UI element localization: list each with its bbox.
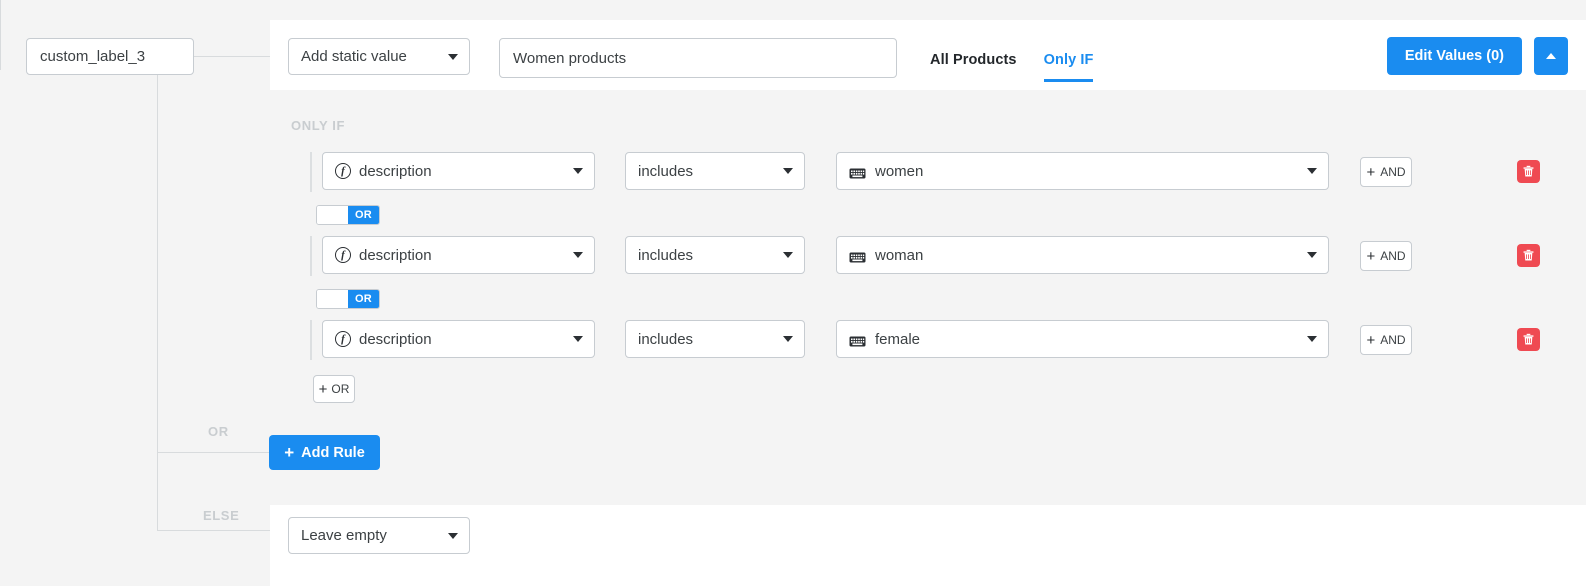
custom-label-value: custom_label_3 bbox=[40, 48, 145, 65]
branch-label-else: ELSE bbox=[203, 508, 239, 523]
trash-icon bbox=[1523, 249, 1534, 262]
plus-icon: + bbox=[319, 382, 328, 397]
field-select[interactable]: f description bbox=[322, 320, 595, 358]
only-if-section-label: ONLY IF bbox=[291, 118, 345, 133]
chevron-down-icon bbox=[573, 168, 583, 174]
value-select[interactable]: women bbox=[836, 152, 1329, 190]
delete-rule-button[interactable] bbox=[1517, 328, 1540, 351]
and-label: AND bbox=[1380, 165, 1405, 179]
plus-icon: + bbox=[1366, 165, 1375, 180]
function-icon: f bbox=[335, 331, 351, 347]
or-toggle-on-half: OR bbox=[348, 290, 379, 308]
add-and-button[interactable]: + AND bbox=[1360, 325, 1412, 355]
chevron-down-icon bbox=[1307, 168, 1317, 174]
operator-select[interactable]: includes bbox=[625, 236, 805, 274]
chevron-down-icon bbox=[573, 336, 583, 342]
custom-label-field[interactable]: custom_label_3 bbox=[26, 38, 194, 75]
chevron-up-icon bbox=[1546, 53, 1556, 59]
plus-icon: + bbox=[1366, 333, 1375, 348]
and-label: AND bbox=[1380, 333, 1405, 347]
trash-icon bbox=[1523, 165, 1534, 178]
keyboard-icon bbox=[849, 250, 866, 261]
keyboard-icon bbox=[849, 166, 866, 177]
operator-label: includes bbox=[638, 247, 693, 264]
value-mode-select[interactable]: Add static value bbox=[288, 38, 470, 75]
delete-rule-button[interactable] bbox=[1517, 244, 1540, 267]
delete-rule-button[interactable] bbox=[1517, 160, 1540, 183]
or-toggle-off-half bbox=[317, 290, 348, 308]
connector-line-vertical bbox=[157, 75, 158, 530]
tab-only-if[interactable]: Only IF bbox=[1044, 52, 1094, 82]
edit-values-button[interactable]: Edit Values (0) bbox=[1387, 37, 1522, 75]
rule-scope-tabs: All Products Only IF bbox=[930, 52, 1093, 82]
trash-icon bbox=[1523, 333, 1534, 346]
or-toggle-off-half bbox=[317, 206, 348, 224]
row-marker bbox=[310, 236, 312, 276]
connector-line-or bbox=[157, 452, 269, 453]
rule-row: f description includes bbox=[0, 320, 1586, 360]
keyboard-icon bbox=[849, 334, 866, 345]
add-and-button[interactable]: + AND bbox=[1360, 157, 1412, 187]
value-label: women bbox=[875, 163, 923, 180]
operator-label: includes bbox=[638, 163, 693, 180]
add-rule-button[interactable]: + Add Rule bbox=[269, 435, 380, 470]
or-toggle[interactable]: OR bbox=[316, 289, 380, 309]
collapse-button[interactable] bbox=[1534, 37, 1568, 75]
function-icon: f bbox=[335, 247, 351, 263]
function-icon: f bbox=[335, 163, 351, 179]
field-select[interactable]: f description bbox=[322, 236, 595, 274]
or-toggle[interactable]: OR bbox=[316, 205, 380, 225]
card-left-rail bbox=[0, 0, 1, 70]
else-card: Leave empty bbox=[270, 505, 1586, 586]
field-label: description bbox=[359, 331, 432, 348]
value-select[interactable]: female bbox=[836, 320, 1329, 358]
value-label: female bbox=[875, 331, 920, 348]
operator-select[interactable]: includes bbox=[625, 320, 805, 358]
add-rule-label: Add Rule bbox=[301, 445, 365, 461]
row-marker bbox=[310, 320, 312, 360]
chevron-down-icon bbox=[573, 252, 583, 258]
else-action-select[interactable]: Leave empty bbox=[288, 517, 470, 554]
chevron-down-icon bbox=[783, 168, 793, 174]
or-toggle-on-half: OR bbox=[348, 206, 379, 224]
chevron-down-icon bbox=[783, 252, 793, 258]
rule-row: f description includes bbox=[0, 236, 1586, 276]
chevron-down-icon bbox=[1307, 336, 1317, 342]
rule-header-card: Add static value All Products Only IF Ed… bbox=[270, 20, 1586, 90]
rule-row: f description includes bbox=[0, 152, 1586, 192]
add-or-condition-button[interactable]: + OR bbox=[313, 375, 355, 403]
operator-label: includes bbox=[638, 331, 693, 348]
add-and-button[interactable]: + AND bbox=[1360, 241, 1412, 271]
value-select[interactable]: woman bbox=[836, 236, 1329, 274]
chevron-down-icon bbox=[448, 533, 458, 539]
row-marker bbox=[310, 152, 312, 192]
field-label: description bbox=[359, 163, 432, 180]
plus-icon: + bbox=[284, 444, 294, 461]
field-label: description bbox=[359, 247, 432, 264]
plus-icon: + bbox=[1366, 249, 1375, 264]
chevron-down-icon bbox=[1307, 252, 1317, 258]
rule-builder-screen: custom_label_3 OR ELSE Add static value … bbox=[0, 0, 1586, 586]
else-action-label: Leave empty bbox=[301, 527, 387, 544]
rule-name-input[interactable] bbox=[499, 38, 897, 78]
branch-label-or: OR bbox=[208, 424, 229, 439]
chevron-down-icon bbox=[448, 54, 458, 60]
tab-all-products[interactable]: All Products bbox=[930, 52, 1017, 82]
value-mode-label: Add static value bbox=[301, 48, 407, 65]
chevron-down-icon bbox=[783, 336, 793, 342]
connector-line-top bbox=[194, 56, 270, 57]
add-or-label: OR bbox=[331, 382, 349, 396]
and-label: AND bbox=[1380, 249, 1405, 263]
connector-line-else bbox=[157, 530, 270, 531]
operator-select[interactable]: includes bbox=[625, 152, 805, 190]
field-select[interactable]: f description bbox=[322, 152, 595, 190]
value-label: woman bbox=[875, 247, 923, 264]
